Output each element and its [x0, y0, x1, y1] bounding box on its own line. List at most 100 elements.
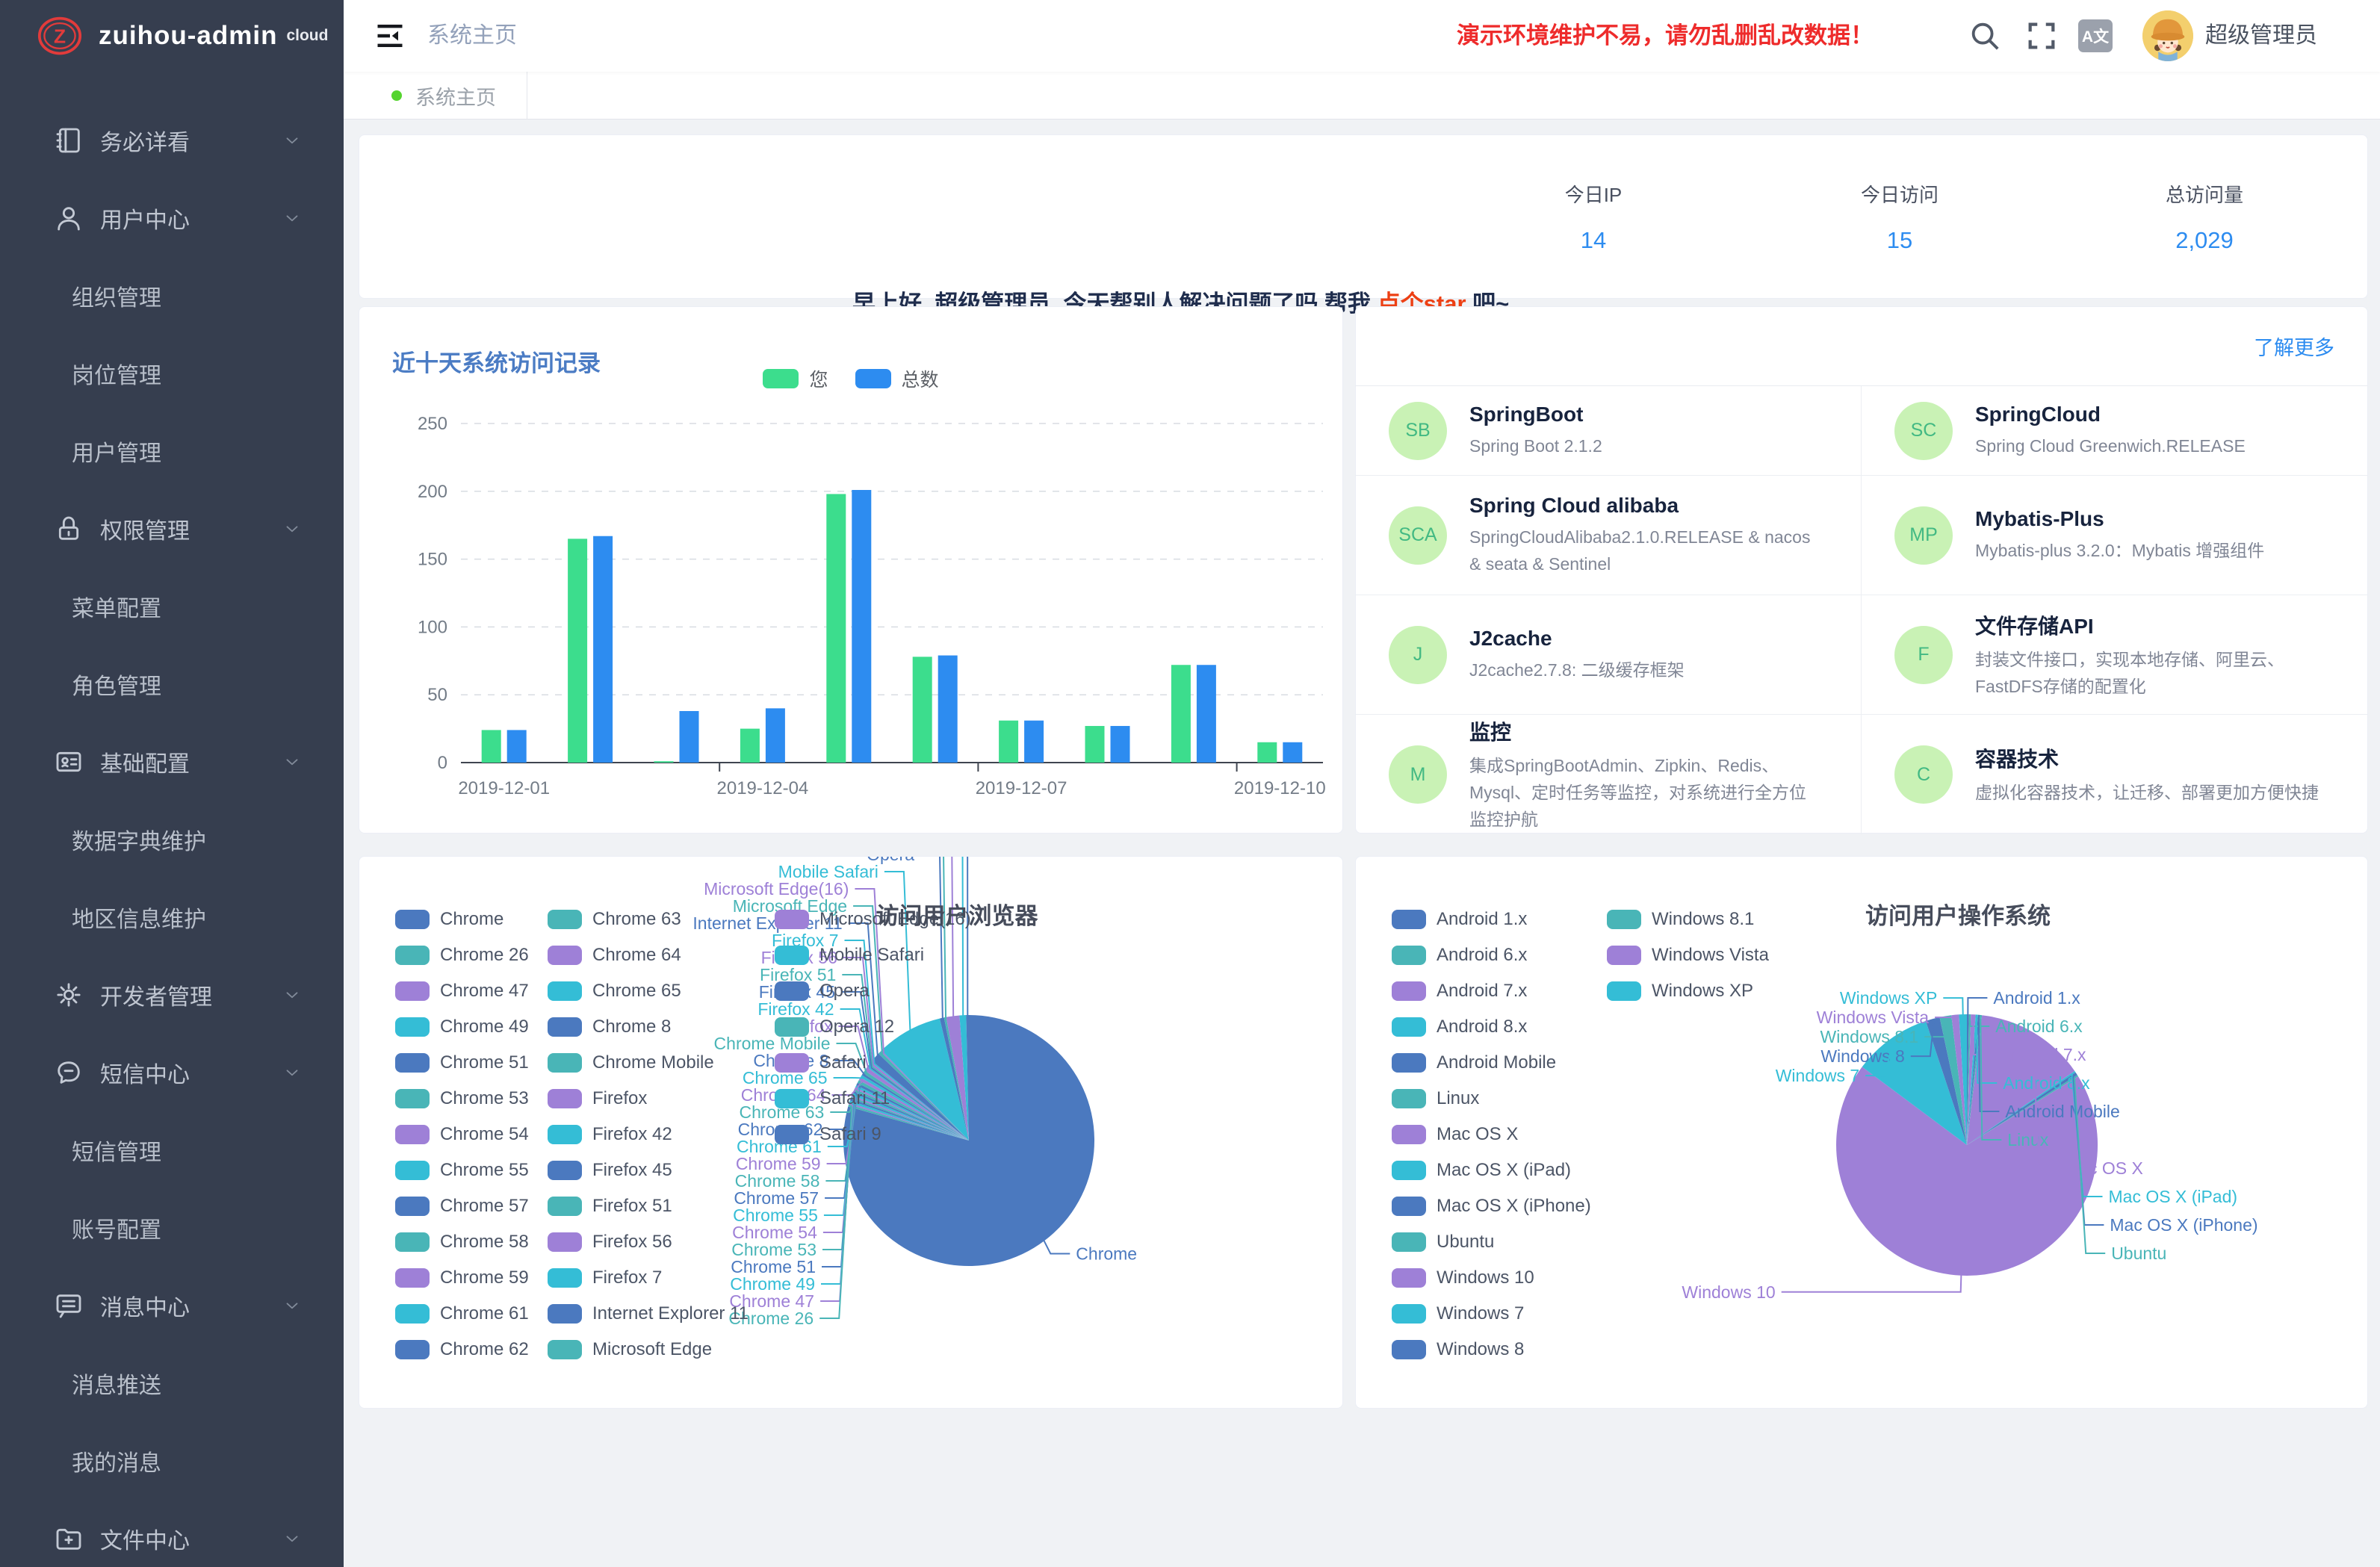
legend-item[interactable]: Chrome 55 [395, 1160, 529, 1180]
sidebar-item-3[interactable]: 岗位管理 [0, 335, 344, 412]
legend-item[interactable]: Chrome 64 [548, 945, 749, 965]
bar-series0-cat3[interactable] [740, 729, 760, 763]
legend-item[interactable]: Chrome 47 [395, 981, 529, 1001]
bar-series1-cat0[interactable] [507, 730, 527, 763]
legend-item[interactable]: Chrome 63 [548, 909, 749, 929]
legend-item[interactable]: Safari [775, 1052, 971, 1073]
tech-item-4[interactable]: J J2cache J2cache2.7.8: 二级缓存框架 [1356, 595, 1862, 715]
legend-item[interactable]: Opera 12 [775, 1017, 971, 1037]
sidebar-item-16[interactable]: 消息推送 [0, 1344, 344, 1422]
legend-item[interactable]: Chrome 26 [395, 945, 529, 965]
bar-series1-cat7[interactable] [1111, 726, 1130, 763]
sidebar-item-7[interactable]: 角色管理 [0, 645, 344, 723]
bar-series0-cat5[interactable] [913, 657, 932, 763]
sidebar-item-11[interactable]: 开发者管理 [0, 956, 344, 1034]
legend-item[interactable]: Mac OS X [1392, 1124, 1591, 1144]
legend-item[interactable]: Chrome 49 [395, 1017, 529, 1037]
tech-item-3[interactable]: MP Mybatis-Plus Mybatis-plus 3.2.0：Mybat… [1862, 476, 2367, 595]
legend-item[interactable]: Chrome 53 [395, 1088, 529, 1108]
legend-item[interactable]: Windows 7 [1392, 1303, 1591, 1324]
learn-more-link[interactable]: 了解更多 [2254, 332, 2334, 361]
sidebar-item-5[interactable]: 权限管理 [0, 490, 344, 568]
language-button[interactable]: A文 [2078, 19, 2113, 52]
sidebar-item-8[interactable]: 基础配置 [0, 723, 344, 801]
legend-item[interactable]: Firefox [548, 1088, 749, 1108]
username[interactable]: 超级管理员 [2205, 0, 2317, 72]
tech-item-2[interactable]: SCA Spring Cloud alibaba SpringCloudAlib… [1356, 476, 1862, 595]
legend-item[interactable]: Firefox 45 [548, 1160, 749, 1180]
tech-item-5[interactable]: F 文件存储API 封装文件接口，实现本地存储、阿里云、FastDFS存储的配置… [1862, 595, 2367, 715]
sidebar-item-4[interactable]: 用户管理 [0, 412, 344, 490]
legend-item[interactable]: Opera [775, 981, 971, 1001]
legend-item[interactable]: Ubuntu [1392, 1232, 1591, 1252]
bar-series1-cat3[interactable] [766, 708, 785, 763]
bar-series0-cat4[interactable] [826, 494, 846, 763]
sidebar-item-2[interactable]: 组织管理 [0, 257, 344, 335]
legend-item[interactable]: Chrome 59 [395, 1267, 529, 1288]
bar-series1-cat1[interactable] [593, 536, 613, 763]
legend-item[interactable]: Safari 9 [775, 1124, 971, 1144]
legend-item[interactable]: 您 [763, 365, 828, 392]
bar-series0-cat0[interactable] [482, 730, 501, 763]
legend-item[interactable]: Firefox 51 [548, 1196, 749, 1216]
legend-item[interactable]: Mac OS X (iPhone) [1392, 1196, 1591, 1216]
legend-item[interactable]: Android Mobile [1392, 1052, 1591, 1073]
tech-item-1[interactable]: SC SpringCloud Spring Cloud Greenwich.RE… [1862, 386, 2367, 476]
legend-item[interactable]: Chrome 61 [395, 1303, 529, 1324]
legend-item[interactable]: Chrome 58 [395, 1232, 529, 1252]
tech-item-6[interactable]: M 监控 集成SpringBootAdmin、Zipkin、Redis、Mysq… [1356, 715, 1862, 834]
legend-item[interactable]: Chrome 57 [395, 1196, 529, 1216]
tech-item-0[interactable]: SB SpringBoot Spring Boot 2.1.2 [1356, 386, 1862, 476]
legend-item[interactable]: Android 8.x [1392, 1017, 1591, 1037]
fullscreen-button[interactable] [2024, 19, 2059, 53]
sidebar-item-6[interactable]: 菜单配置 [0, 568, 344, 645]
legend-item[interactable]: Chrome 51 [395, 1052, 529, 1073]
app-logo[interactable]: Z zuihou-admin cloud [0, 0, 344, 72]
tech-item-7[interactable]: C 容器技术 虚拟化容器技术，让迁移、部署更加方便快捷 [1862, 715, 2367, 834]
sidebar-item-12[interactable]: 短信中心 [0, 1034, 344, 1111]
bar-series0-cat7[interactable] [1085, 726, 1105, 763]
legend-item[interactable]: Windows 8 [1392, 1339, 1591, 1359]
search-button[interactable] [1968, 19, 2002, 53]
bar-series0-cat2[interactable] [654, 761, 674, 763]
legend-item[interactable]: Android 6.x [1392, 945, 1591, 965]
legend-item[interactable]: Android 1.x [1392, 909, 1591, 929]
legend-item[interactable]: Microsoft Edge [548, 1339, 749, 1359]
bar-series1-cat6[interactable] [1024, 721, 1044, 763]
collapse-menu-button[interactable] [374, 19, 406, 52]
bar-series1-cat2[interactable] [680, 711, 699, 763]
sidebar-item-17[interactable]: 我的消息 [0, 1422, 344, 1500]
bar-series0-cat8[interactable] [1171, 665, 1191, 763]
bar-series0-cat1[interactable] [568, 539, 587, 763]
sidebar-item-14[interactable]: 账号配置 [0, 1189, 344, 1267]
sidebar-item-15[interactable]: 消息中心 [0, 1267, 344, 1344]
legend-item[interactable]: Mac OS X (iPad) [1392, 1160, 1591, 1180]
sidebar-item-13[interactable]: 短信管理 [0, 1111, 344, 1189]
bar-series1-cat9[interactable] [1283, 742, 1302, 763]
bar-series0-cat6[interactable] [999, 721, 1018, 763]
tab-home[interactable]: 系统主页 [369, 72, 527, 120]
sidebar-item-0[interactable]: 务必详看 [0, 102, 344, 179]
legend-item[interactable]: Chrome 65 [548, 981, 749, 1001]
bar-series1-cat5[interactable] [938, 656, 958, 763]
bar-series1-cat4[interactable] [852, 490, 871, 763]
legend-item[interactable]: Firefox 56 [548, 1232, 749, 1252]
legend-item[interactable]: Chrome Mobile [548, 1052, 749, 1073]
legend-item[interactable]: Firefox 42 [548, 1124, 749, 1144]
legend-item[interactable]: Safari 11 [775, 1088, 971, 1108]
user-avatar[interactable] [2142, 10, 2193, 61]
legend-item[interactable]: Windows 8.1 [1607, 909, 1769, 929]
legend-item[interactable]: Chrome 8 [548, 1017, 749, 1037]
sidebar-item-18[interactable]: 文件中心 [0, 1500, 344, 1567]
sidebar-item-9[interactable]: 数据字典维护 [0, 801, 344, 878]
legend-item[interactable]: Windows 10 [1392, 1267, 1591, 1288]
bar-series1-cat8[interactable] [1197, 665, 1216, 763]
legend-item[interactable]: Linux [1392, 1088, 1591, 1108]
legend-item[interactable]: Windows XP [1607, 981, 1769, 1001]
legend-item[interactable]: Internet Explorer 11 [548, 1303, 749, 1324]
legend-item[interactable]: Chrome 62 [395, 1339, 529, 1359]
legend-item[interactable]: Firefox 7 [548, 1267, 749, 1288]
legend-item[interactable]: Windows Vista [1607, 945, 1769, 965]
sidebar-item-10[interactable]: 地区信息维护 [0, 878, 344, 956]
legend-item[interactable]: Mobile Safari [775, 945, 971, 965]
